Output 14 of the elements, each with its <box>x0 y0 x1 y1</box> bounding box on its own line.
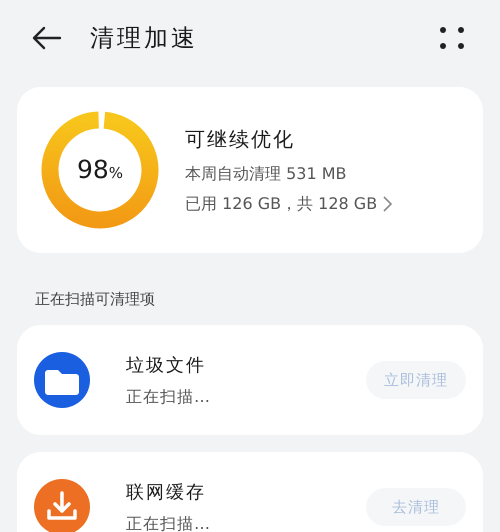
item-status: 正在扫描… <box>126 512 211 532</box>
more-icon[interactable] <box>440 27 464 49</box>
weekly-cleaned: 本周自动清理 531 MB <box>185 163 348 185</box>
status-title: 可继续优化 <box>185 126 296 153</box>
chevron-right-icon <box>383 196 392 212</box>
item-title: 垃圾文件 <box>126 354 207 378</box>
back-icon[interactable] <box>32 26 62 50</box>
usage-percent: 98% <box>76 154 124 186</box>
item-title: 联网缓存 <box>126 480 207 504</box>
storage-card[interactable]: 98% 可继续优化 本周自动清理 531 MB 已用 126 GB，共 128 GB <box>17 87 483 253</box>
page-title: 清理加速 <box>90 23 198 54</box>
storage-usage: 已用 126 GB，共 128 GB <box>185 193 378 215</box>
item-status: 正在扫描… <box>126 386 211 408</box>
section-label: 正在扫描可清理项 <box>35 290 155 308</box>
